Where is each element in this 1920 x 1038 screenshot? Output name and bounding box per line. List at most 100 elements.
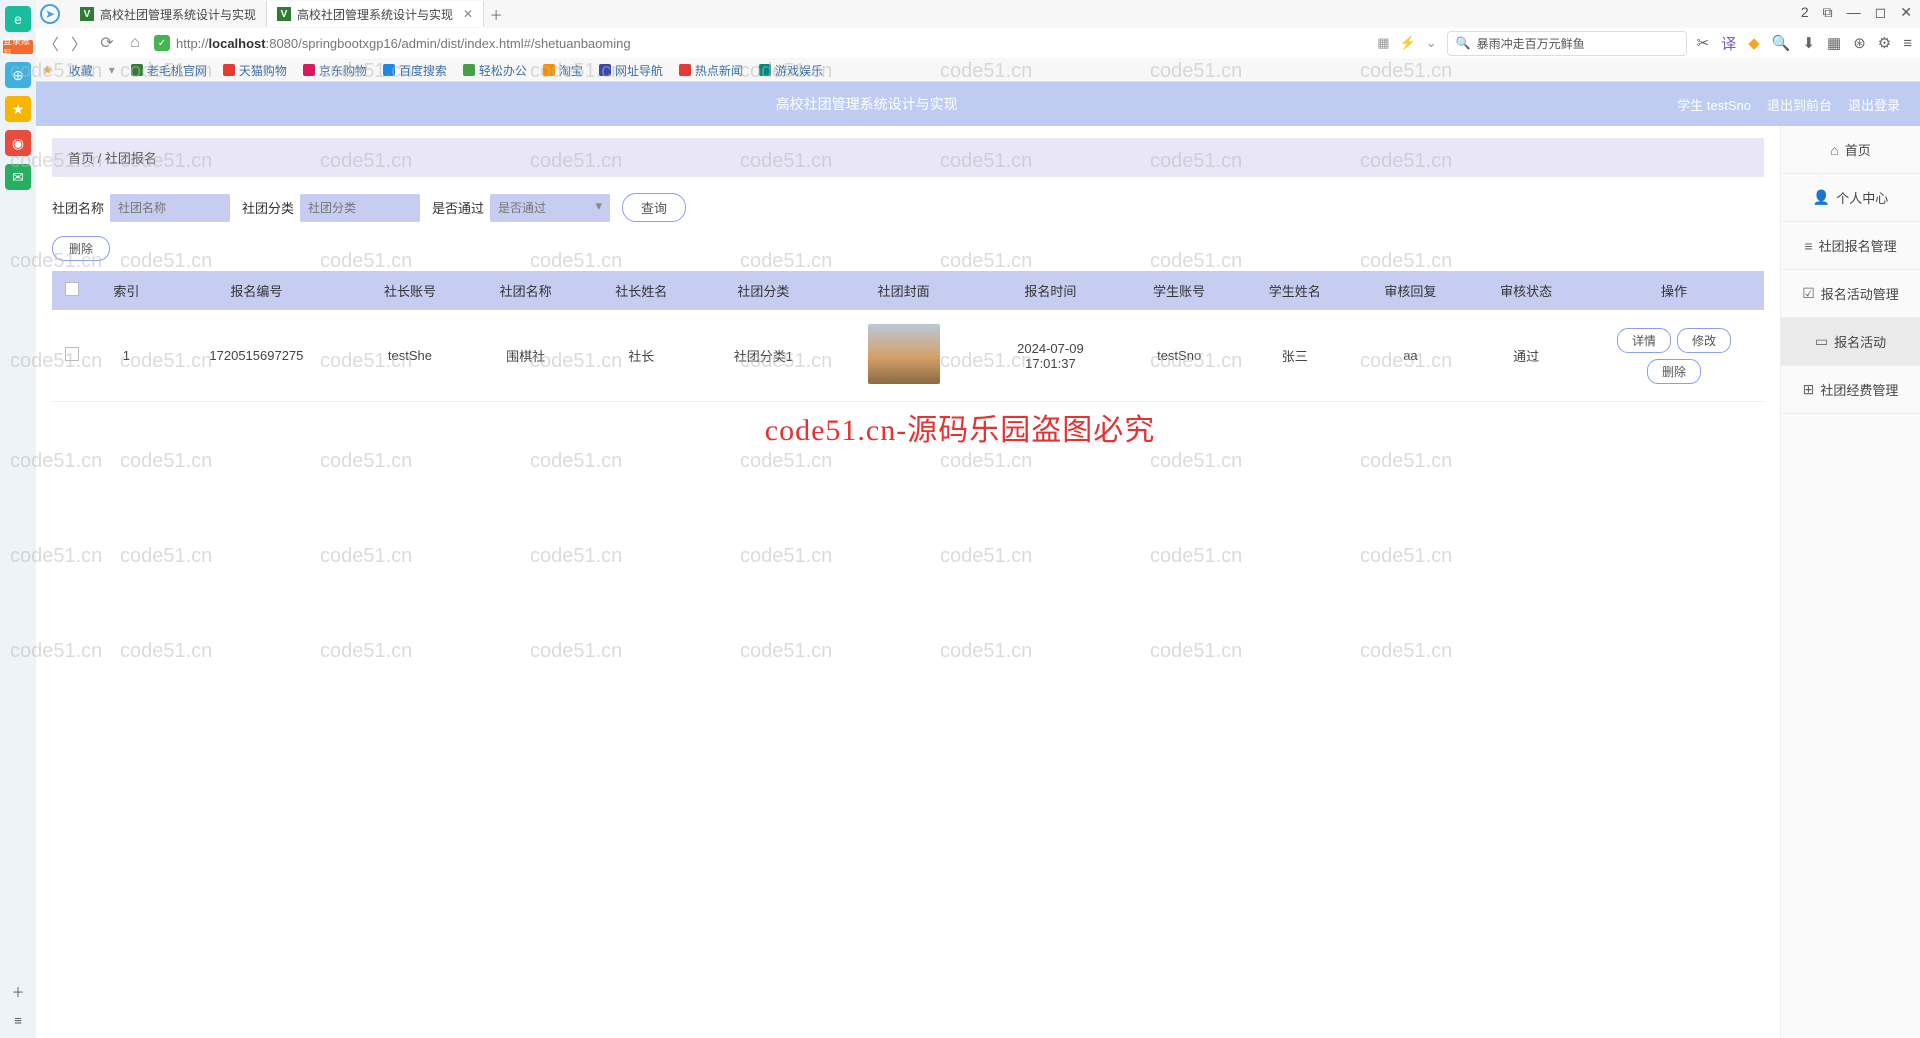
- app-root: 高校社团管理系统设计与实现 学生 testSno 退出到前台 退出登录 首页 /…: [36, 82, 1920, 1038]
- menu-icon[interactable]: ≡: [1903, 35, 1912, 52]
- back-button[interactable]: 〈: [42, 31, 60, 55]
- side-icon-menu[interactable]: ≡: [14, 1013, 22, 1028]
- bulk-delete-button[interactable]: 删除: [52, 236, 110, 261]
- table-row: 1 1720515697275 testShe 围棋社 社长 社团分类1 202…: [52, 310, 1764, 402]
- side-icon-3[interactable]: ◉: [5, 130, 31, 156]
- breadcrumb: 首页 / 社团报名: [52, 138, 1764, 177]
- tab-close-icon[interactable]: ✕: [463, 7, 473, 21]
- bookmarks-label[interactable]: 收藏: [69, 62, 93, 79]
- query-button[interactable]: 查询: [622, 193, 686, 222]
- bookmark-item[interactable]: 网址导航: [599, 62, 663, 79]
- bookmark-item[interactable]: 百度搜索: [383, 62, 447, 79]
- window-max-icon[interactable]: ◻: [1875, 4, 1887, 21]
- translate-icon[interactable]: 译: [1721, 33, 1736, 54]
- th-clubname: 社团名称: [468, 271, 584, 310]
- browser-tab-1[interactable]: V 高校社团管理系统设计与实现 ✕: [267, 1, 484, 27]
- qr-icon[interactable]: ▦: [1377, 35, 1389, 51]
- reload-button[interactable]: ⟳: [98, 33, 116, 53]
- chevron-down-icon[interactable]: ⌄: [1426, 35, 1437, 51]
- filter-input-clubname[interactable]: [110, 194, 230, 222]
- browser-tab-0[interactable]: V 高校社团管理系统设计与实现: [70, 1, 267, 27]
- checkbox-row[interactable]: [65, 347, 79, 361]
- apps-icon[interactable]: ▦: [1827, 34, 1841, 52]
- browser-search-input[interactable]: 🔍 暴雨冲走百万元鲜鱼: [1447, 31, 1687, 56]
- breadcrumb-current: 社团报名: [105, 151, 157, 166]
- window-min-icon[interactable]: —: [1847, 4, 1861, 21]
- logout-front-link[interactable]: 退出到前台: [1767, 95, 1832, 114]
- bookmark-item[interactable]: 天猫购物: [223, 62, 287, 79]
- os-left-sidebar: e 登录账号 ⊕ ★ ◉ ✉ ＋ ≡: [0, 0, 36, 1038]
- side-icon-1[interactable]: ⊕: [5, 62, 31, 88]
- flash-icon[interactable]: ⚡: [1400, 35, 1416, 51]
- filter-select-pass[interactable]: [490, 194, 610, 222]
- th-leaderacct: 社长账号: [352, 271, 468, 310]
- tab-add-button[interactable]: ＋: [484, 5, 508, 24]
- edit-button[interactable]: 修改: [1677, 328, 1731, 353]
- cell-clubtype: 社团分类1: [699, 310, 828, 402]
- filter-input-clubtype[interactable]: [300, 194, 420, 222]
- cell-studentname: 张三: [1237, 310, 1353, 402]
- breadcrumb-home[interactable]: 首页: [68, 151, 94, 166]
- user-label[interactable]: 学生 testSno: [1677, 95, 1751, 114]
- bm-icon: [759, 64, 771, 76]
- filter-bar: 社团名称 社团分类 是否通过 ▾ 查询: [52, 193, 1764, 222]
- window-puzzle-icon[interactable]: ⧉: [1823, 4, 1833, 21]
- cell-reviewreply: aa: [1353, 310, 1469, 402]
- bookmark-item[interactable]: 京东购物: [303, 62, 367, 79]
- bookmarks-bar: ★ 收藏 ▾ 老毛桃官网 天猫购物 京东购物 百度搜索 轻松办公 淘宝 网址导航…: [0, 58, 1920, 82]
- search2-icon[interactable]: 🔍: [1772, 34, 1791, 52]
- logout-link[interactable]: 退出登录: [1848, 95, 1900, 114]
- side-menu: ⌂首页 👤个人中心 ≡社团报名管理 ☑报名活动管理 ▭报名活动 ⊞社团经费管理: [1780, 126, 1920, 1038]
- side-icon-browser[interactable]: e: [5, 6, 31, 32]
- bm-icon: [383, 64, 395, 76]
- bookmark-item[interactable]: 轻松办公: [463, 62, 527, 79]
- th-applyno: 报名编号: [161, 271, 352, 310]
- th-leadername: 社长姓名: [583, 271, 699, 310]
- search-icon: 🔍: [1456, 36, 1471, 50]
- bm-icon: [131, 64, 143, 76]
- th-studentacct: 学生账号: [1121, 271, 1237, 310]
- window-close-icon[interactable]: ✕: [1900, 4, 1912, 21]
- download-icon[interactable]: ⬇: [1802, 34, 1815, 52]
- row-delete-button[interactable]: 删除: [1647, 359, 1701, 384]
- window-controls: 2 ⧉ — ◻ ✕: [1801, 4, 1912, 21]
- forward-button[interactable]: 〉: [70, 31, 88, 55]
- gear-icon[interactable]: ⚙: [1878, 34, 1891, 52]
- side-icon-add[interactable]: ＋: [11, 982, 24, 1001]
- th-index: 索引: [92, 271, 161, 310]
- url-bar[interactable]: ✓ http://localhost:8080/springbootxgp16/…: [154, 35, 1367, 51]
- home-icon: ⌂: [1830, 142, 1838, 158]
- th-cover: 社团封面: [828, 271, 980, 310]
- check-icon: ☑: [1802, 285, 1815, 302]
- bookmark-item[interactable]: 热点新闻: [679, 62, 743, 79]
- scissors-icon[interactable]: ✂: [1697, 34, 1710, 52]
- cover-thumbnail[interactable]: [868, 324, 940, 384]
- bookmark-item[interactable]: 游戏娱乐: [759, 62, 823, 79]
- menu-activity-apply[interactable]: ☑报名活动管理: [1781, 270, 1920, 318]
- side-badge-login[interactable]: 登录账号: [3, 40, 33, 54]
- menu-home[interactable]: ⌂首页: [1781, 126, 1920, 174]
- bookmark-item[interactable]: 淘宝: [543, 62, 583, 79]
- menu-profile[interactable]: 👤个人中心: [1781, 174, 1920, 222]
- shield2-icon[interactable]: ◆: [1748, 34, 1760, 52]
- bm-icon: [463, 64, 475, 76]
- browser-chrome: 2 ⧉ — ◻ ✕ ➤ V 高校社团管理系统设计与实现 V 高校社团管理系统设计…: [0, 0, 1920, 82]
- home-button[interactable]: ⌂: [126, 34, 144, 52]
- menu-club-apply[interactable]: ≡社团报名管理: [1781, 222, 1920, 270]
- side-icon-2[interactable]: ★: [5, 96, 31, 122]
- detail-button[interactable]: 详情: [1617, 328, 1671, 353]
- menu-activity[interactable]: ▭报名活动: [1781, 318, 1920, 366]
- side-icon-4[interactable]: ✉: [5, 164, 31, 190]
- globe-icon[interactable]: ⊛: [1853, 34, 1866, 52]
- window-box-icon[interactable]: 2: [1801, 4, 1809, 21]
- menu-finance[interactable]: ⊞社团经费管理: [1781, 366, 1920, 414]
- filter-label-pass: 是否通过: [432, 198, 484, 217]
- bm-icon: [679, 64, 691, 76]
- url-text: http://localhost:8080/springbootxgp16/ad…: [176, 36, 631, 51]
- checkbox-all[interactable]: [65, 282, 79, 296]
- th-clubtype: 社团分类: [699, 271, 828, 310]
- bookmark-item[interactable]: 老毛桃官网: [131, 62, 207, 79]
- bm-icon: [303, 64, 315, 76]
- cell-clubname: 围棋社: [468, 310, 584, 402]
- nav-compass-icon[interactable]: ➤: [40, 4, 60, 24]
